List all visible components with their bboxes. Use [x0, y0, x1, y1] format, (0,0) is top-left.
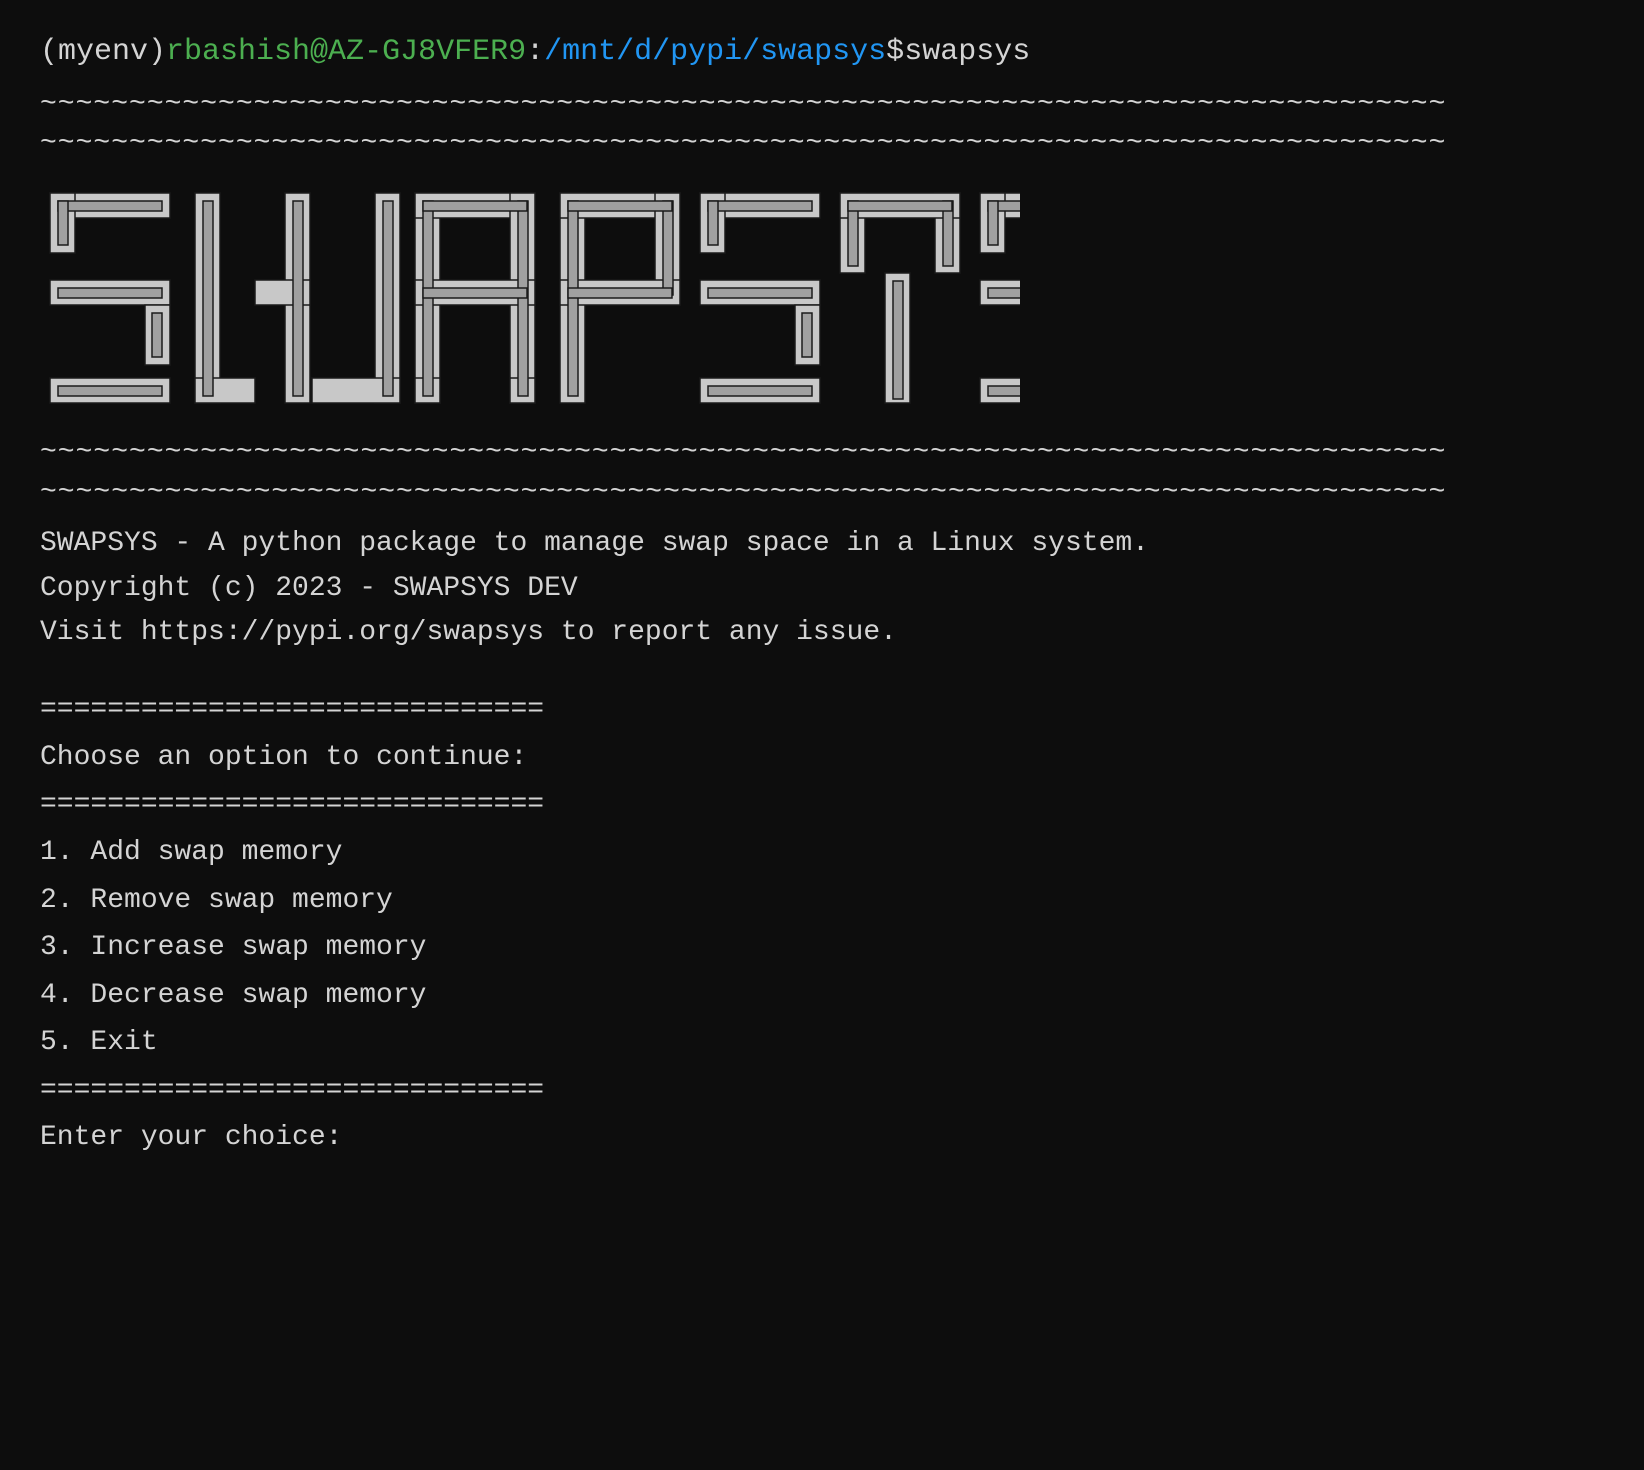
- prompt-user: rbashish@AZ-GJ8VFER9: [166, 30, 526, 75]
- info-line-1: SWAPSYS - A python package to manage swa…: [40, 522, 1604, 567]
- tilde-line-1: ~~~~~~~~~~~~~~~~~~~~~~~~~~~~~~~~~~~~~~~~…: [40, 85, 1604, 124]
- tilde-line-4: ~~~~~~~~~~~~~~~~~~~~~~~~~~~~~~~~~~~~~~~~…: [40, 473, 1604, 512]
- menu-item-5: 5. Exit: [40, 1019, 1604, 1067]
- separator-bottom: ==============================: [40, 1067, 1604, 1115]
- info-section: SWAPSYS - A python package to manage swa…: [40, 522, 1604, 656]
- menu-item-4: 4. Decrease swap memory: [40, 972, 1604, 1020]
- info-line-3: Visit https://pypi.org/swapsys to report…: [40, 611, 1604, 656]
- logo-svg: [40, 183, 1020, 413]
- letter-s3: [980, 193, 1020, 403]
- input-prompt[interactable]: Enter your choice:: [40, 1114, 1604, 1162]
- prompt-command: swapsys: [904, 30, 1030, 75]
- letter-y: [840, 193, 960, 403]
- terminal-prompt: (myenv) rbashish@AZ-GJ8VFER9:/mnt/d/pypi…: [40, 30, 1604, 75]
- letter-s: [50, 193, 170, 403]
- menu-item-2: 2. Remove swap memory: [40, 877, 1604, 925]
- letter-w: [195, 193, 400, 403]
- menu-title: Choose an option to continue:: [40, 734, 1604, 782]
- tilde-line-3: ~~~~~~~~~~~~~~~~~~~~~~~~~~~~~~~~~~~~~~~~…: [40, 433, 1604, 472]
- separator-top: ==============================: [40, 686, 1604, 734]
- logo-container: [40, 183, 1604, 413]
- prompt-prefix: (myenv): [40, 30, 166, 75]
- letter-s2: [700, 193, 820, 403]
- letter-p: [560, 193, 680, 403]
- menu-item-1: 1. Add swap memory: [40, 829, 1604, 877]
- prompt-separator: :: [526, 30, 544, 75]
- letter-a: [415, 193, 535, 403]
- prompt-path: /mnt/d/pypi/swapsys: [544, 30, 886, 75]
- prompt-dollar: $: [886, 30, 904, 75]
- info-line-2: Copyright (c) 2023 - SWAPSYS DEV: [40, 567, 1604, 612]
- separator-mid: ==============================: [40, 781, 1604, 829]
- menu-item-3: 3. Increase swap memory: [40, 924, 1604, 972]
- menu-section: ============================== Choose an…: [40, 686, 1604, 1162]
- tilde-line-2: ~~~~~~~~~~~~~~~~~~~~~~~~~~~~~~~~~~~~~~~~…: [40, 124, 1604, 163]
